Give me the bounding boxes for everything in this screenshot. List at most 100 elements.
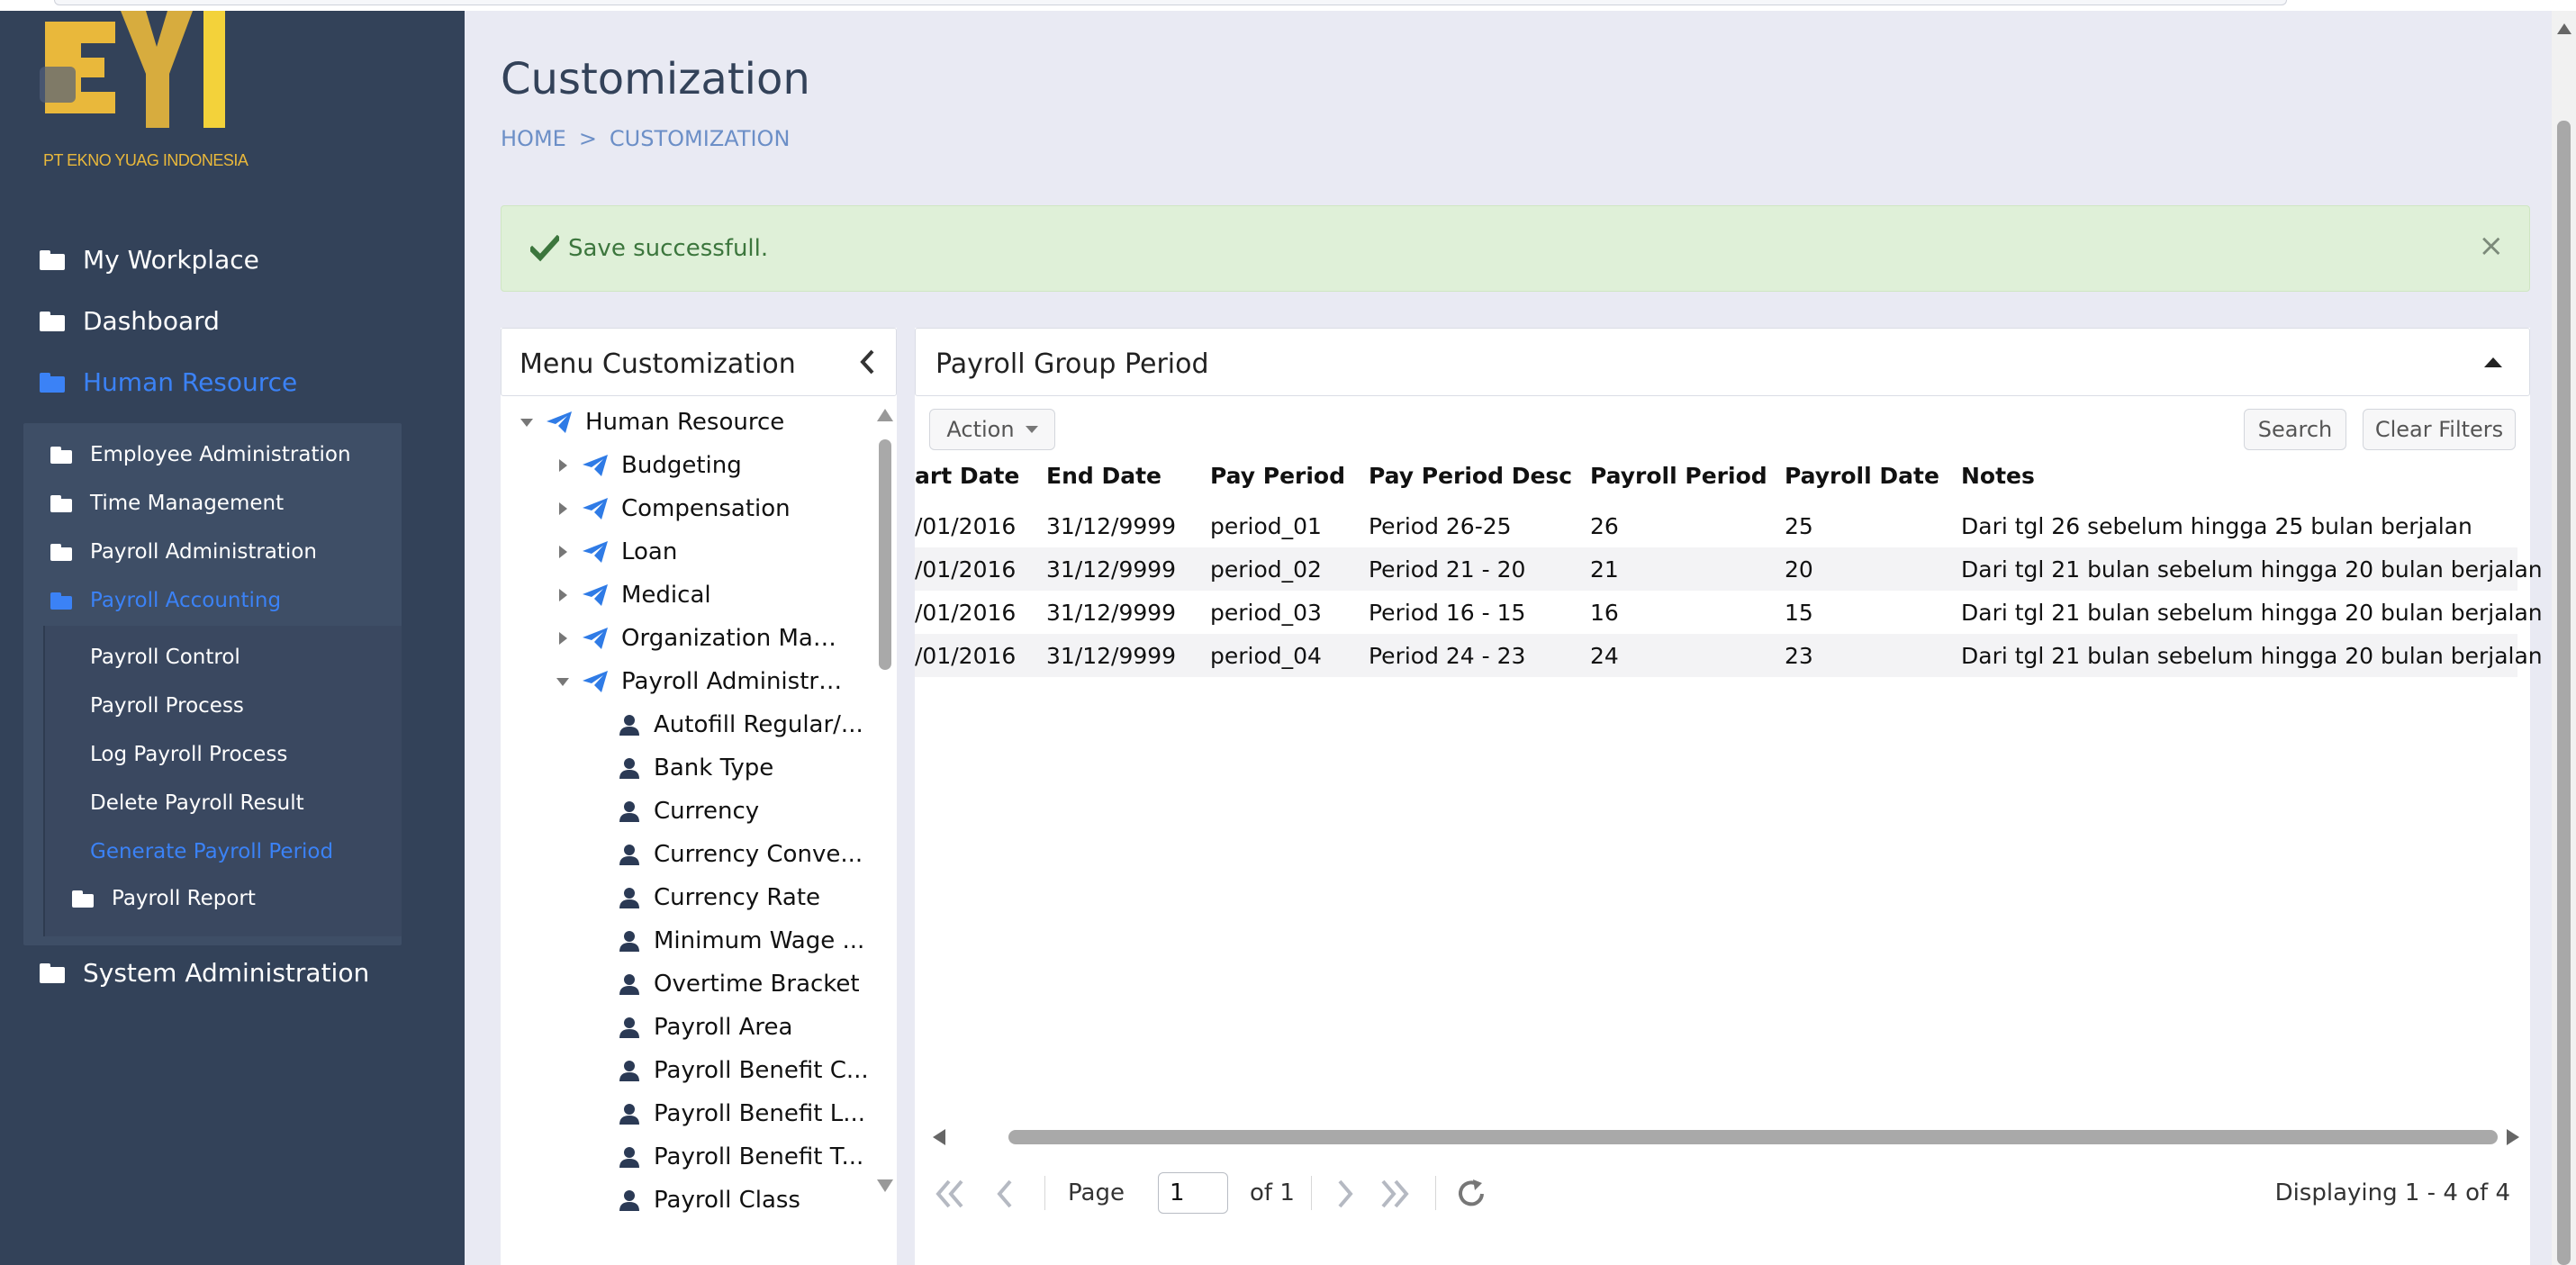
page-title: Customization	[501, 54, 810, 104]
caret-down-icon[interactable]	[520, 415, 533, 429]
last-page-icon[interactable]	[1378, 1178, 1414, 1210]
address-bar-edge	[54, 0, 2287, 5]
table-cell: Dari tgl 26 sebelum hingga 25 bulan berj…	[1961, 513, 2472, 539]
caret-right-icon[interactable]	[556, 545, 569, 559]
page-scrollbar[interactable]	[2552, 11, 2576, 1265]
scrollbar-thumb[interactable]	[1008, 1130, 2498, 1144]
table-cell: period_04	[1210, 643, 1322, 669]
sidebar-item-system-administration[interactable]: System Administration	[40, 958, 369, 988]
tree-node-payroll-administration[interactable]: Payroll Administrati...	[556, 668, 846, 695]
sidebar-item-log-payroll-process[interactable]: Log Payroll Process	[90, 743, 287, 766]
tree-leaf[interactable]: Currency Conve...	[618, 841, 863, 868]
payroll-group-period-panel: Payroll Group Period Action Search Clear…	[915, 328, 2543, 1265]
tree-leaf[interactable]: Payroll Class	[618, 1187, 800, 1214]
tree-leaf[interactable]: Overtime Bracket	[618, 971, 860, 998]
sidebar-item-employee-administration[interactable]: Employee Administration	[50, 443, 351, 466]
caret-right-icon[interactable]	[556, 501, 569, 516]
paper-plane-icon	[583, 584, 608, 606]
page-number-input[interactable]	[1158, 1172, 1228, 1214]
user-icon	[619, 1147, 639, 1168]
clear-filters-button[interactable]: Clear Filters	[2363, 409, 2516, 450]
column-header-payroll-date[interactable]: Payroll Date	[1785, 463, 1939, 489]
caret-right-icon[interactable]	[556, 588, 569, 602]
sidebar-item-payroll-administration[interactable]: Payroll Administration	[50, 540, 317, 564]
column-header-payroll-period[interactable]: Payroll Period	[1590, 463, 1767, 489]
caret-down-icon[interactable]	[556, 674, 569, 689]
pagination-bar: Page of 1 Displaying 1 - 4 of 4	[915, 1165, 2530, 1223]
page-count-label: of 1	[1250, 1179, 1295, 1206]
scroll-up-icon[interactable]	[2557, 23, 2571, 34]
column-header-pay-period-desc[interactable]: Pay Period Desc	[1369, 463, 1572, 489]
previous-page-icon[interactable]	[989, 1178, 1025, 1210]
table-cell: 25	[1785, 513, 1813, 539]
table-cell: 23	[1785, 643, 1813, 669]
chevron-left-icon[interactable]	[858, 348, 876, 375]
sidebar-item-payroll-report[interactable]: Payroll Report	[72, 887, 256, 910]
tree-node-label: Payroll Benefit T...	[654, 1143, 864, 1170]
scroll-down-icon[interactable]	[877, 1179, 893, 1192]
sidebar-item-label: Payroll Report	[112, 887, 256, 910]
user-icon	[619, 715, 639, 736]
table-cell: /01/2016	[915, 556, 1017, 583]
tree-node-loan[interactable]: Loan	[556, 538, 677, 565]
tree-leaf[interactable]: Minimum Wage ...	[618, 927, 864, 954]
caret-right-icon[interactable]	[556, 458, 569, 473]
pager-separator	[1435, 1176, 1436, 1210]
tree-node-budgeting[interactable]: Budgeting	[556, 452, 742, 479]
sidebar-item-payroll-accounting[interactable]: Payroll Accounting	[50, 589, 281, 612]
tree-node-medical[interactable]: Medical	[556, 582, 711, 609]
tree-scrollbar[interactable]	[872, 403, 897, 1196]
close-icon[interactable]: ×	[2479, 228, 2505, 264]
sidebar: PT EKNO YUAG INDONESIA My Workplace Dash…	[0, 11, 465, 1265]
scroll-right-icon[interactable]	[2507, 1129, 2519, 1145]
tree-leaf[interactable]: Autofill Regular/...	[618, 711, 863, 738]
tree-leaf[interactable]: Payroll Benefit C...	[618, 1057, 869, 1084]
tree-leaf[interactable]: Bank Type	[618, 754, 773, 782]
scrollbar-thumb[interactable]	[2557, 121, 2571, 1265]
breadcrumb-home[interactable]: HOME	[501, 126, 566, 151]
caret-up-icon[interactable]	[2484, 357, 2502, 367]
column-header-notes[interactable]: Notes	[1961, 463, 2035, 489]
sidebar-item-my-workplace[interactable]: My Workplace	[40, 245, 259, 275]
tree-leaf[interactable]: Payroll Area	[618, 1014, 792, 1041]
tree-leaf[interactable]: Currency Rate	[618, 884, 820, 911]
column-header-end-date[interactable]: End Date	[1046, 463, 1161, 489]
sidebar-item-delete-payroll-result[interactable]: Delete Payroll Result	[90, 791, 304, 815]
sidebar-item-human-resource[interactable]: Human Resource	[40, 367, 297, 397]
tree-leaf[interactable]: Payroll Benefit T...	[618, 1143, 863, 1170]
table-cell: Dari tgl 21 bulan sebelum hingga 20 bula…	[1961, 643, 2543, 669]
sidebar-item-label: System Administration	[83, 958, 370, 988]
sidebar-item-payroll-control[interactable]: Payroll Control	[90, 646, 240, 669]
tree-leaf[interactable]: Currency	[618, 798, 759, 825]
tree-node-label: Human Resource	[585, 409, 785, 436]
folder-icon	[72, 890, 94, 908]
table-row[interactable]: /01/2016 31/12/9999 period_04 Period 24 …	[915, 634, 2543, 677]
sidebar-item-dashboard[interactable]: Dashboard	[40, 306, 220, 336]
table-row[interactable]: /01/2016 31/12/9999 period_03 Period 16 …	[915, 591, 2543, 634]
action-dropdown[interactable]: Action	[929, 409, 1055, 450]
tree-node-compensation[interactable]: Compensation	[556, 495, 791, 522]
user-icon	[619, 1017, 639, 1038]
tree-node-organization-management[interactable]: Organization Manag...	[556, 625, 846, 652]
refresh-icon[interactable]	[1455, 1178, 1491, 1210]
caret-right-icon[interactable]	[556, 631, 569, 646]
column-header-pay-period[interactable]: Pay Period	[1210, 463, 1345, 489]
table-row[interactable]: /01/2016 31/12/9999 period_02 Period 21 …	[915, 547, 2543, 591]
search-button[interactable]: Search	[2244, 409, 2346, 450]
tree-node-human-resource[interactable]: Human Resource	[520, 409, 784, 436]
scroll-up-icon[interactable]	[877, 409, 893, 421]
column-header-start-date[interactable]: art Date	[915, 463, 1019, 489]
sidebar-item-payroll-process[interactable]: Payroll Process	[90, 694, 244, 718]
sidebar-item-time-management[interactable]: Time Management	[50, 492, 284, 515]
tree-leaf[interactable]: Payroll Benefit L...	[618, 1100, 865, 1127]
sidebar-item-generate-payroll-period[interactable]: Generate Payroll Period	[90, 840, 333, 863]
grid-horizontal-scrollbar[interactable]	[924, 1124, 2521, 1151]
table-cell: 31/12/9999	[1046, 556, 1177, 583]
scroll-left-icon[interactable]	[933, 1129, 945, 1145]
first-page-icon[interactable]	[931, 1178, 967, 1210]
table-row[interactable]: /01/2016 31/12/9999 period_01 Period 26-…	[915, 504, 2517, 547]
scrollbar-thumb[interactable]	[879, 439, 891, 670]
breadcrumb-separator: >	[578, 126, 597, 151]
next-page-icon[interactable]	[1327, 1178, 1363, 1210]
folder-icon	[40, 311, 65, 331]
